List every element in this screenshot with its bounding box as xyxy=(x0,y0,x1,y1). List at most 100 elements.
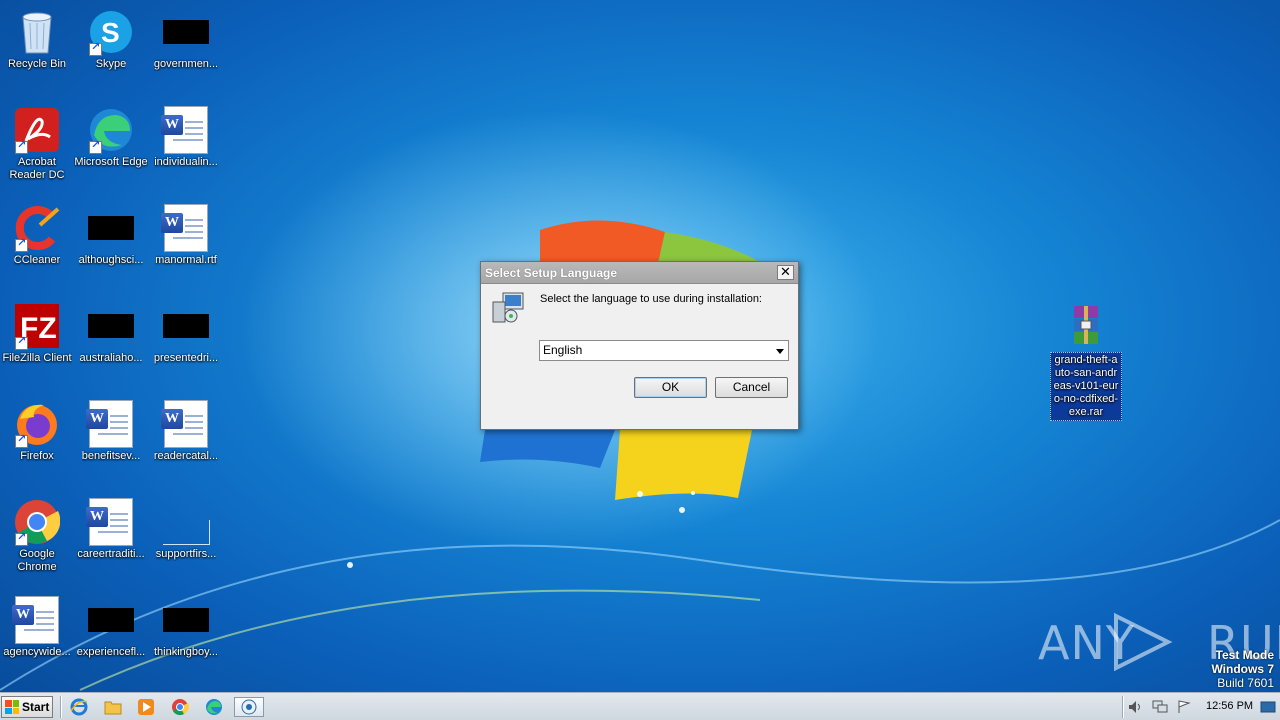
start-label: Start xyxy=(22,700,50,714)
word-document-icon: W xyxy=(161,106,210,154)
play-logo-icon xyxy=(1114,612,1173,672)
recycle-bin-icon xyxy=(13,8,61,56)
taskbar-edge-icon[interactable] xyxy=(202,697,226,717)
shortcut-arrow-icon xyxy=(15,139,28,154)
redacted-thumbnail-icon xyxy=(162,302,210,350)
shortcut-arrow-icon xyxy=(15,433,28,448)
desktop-icon-label: manormal.rtf xyxy=(155,254,217,266)
desktop-icon-label: presentedri... xyxy=(153,352,219,364)
word-document-icon: W xyxy=(12,596,61,644)
desktop-icon-label: thinkingboy... xyxy=(153,646,218,658)
taskbar: Start 12:56 PM xyxy=(0,692,1280,720)
redacted-thumbnail-icon xyxy=(87,302,135,350)
desktop-icon-label: Acrobat Reader DC xyxy=(9,156,65,181)
taskbar-ie-icon[interactable] xyxy=(67,697,91,717)
blank-thumbnail-icon xyxy=(162,498,210,546)
shortcut-arrow-icon xyxy=(15,531,28,546)
desktop-icon-gta-rar[interactable]: grand-theft-auto-san-andreas-v101-euro-n… xyxy=(1049,302,1123,421)
desktop-icon-label: grand-theft-auto-san-andreas-v101-euro-n… xyxy=(1050,352,1122,421)
taskbar-media-player-icon[interactable] xyxy=(134,697,158,717)
winrar-archive-icon xyxy=(1062,302,1110,350)
shortcut-arrow-icon xyxy=(89,41,102,56)
redacted-thumbnail-icon xyxy=(87,204,135,252)
taskbar-explorer-icon[interactable] xyxy=(101,697,125,717)
speaker-icon[interactable] xyxy=(1126,697,1146,717)
select-setup-language-dialog: Select Setup Language ✕ Select the langu… xyxy=(480,261,799,430)
cancel-button[interactable]: Cancel xyxy=(715,377,788,398)
language-select[interactable]: English xyxy=(539,340,789,361)
word-document-icon: W xyxy=(161,400,210,448)
desktop-icon-label: australiaho... xyxy=(79,352,143,364)
taskbar-setup-icon[interactable] xyxy=(234,697,264,717)
desktop-icon-acrobat[interactable]: Acrobat Reader DC xyxy=(0,106,74,182)
desktop-icon-label: readercatal... xyxy=(153,450,219,462)
desktop-icon-australiaho[interactable]: australiaho... xyxy=(74,302,148,365)
redacted-thumbnail-icon xyxy=(87,596,135,644)
desktop-icon-label: Google Chrome xyxy=(17,548,57,573)
dialog-prompt: Select the language to use during instal… xyxy=(540,293,762,305)
desktop-icon-readercatal[interactable]: W readercatal... xyxy=(149,400,223,463)
desktop-icon-label: Recycle Bin xyxy=(7,58,67,70)
desktop-icon-careertraditi[interactable]: W careertraditi... xyxy=(74,498,148,561)
desktop-icon-label: supportfirs... xyxy=(155,548,217,560)
dialog-titlebar[interactable]: Select Setup Language xyxy=(481,262,798,284)
svg-text:S: S xyxy=(101,17,120,48)
desktop-icon-label: individualin... xyxy=(154,156,218,168)
desktop-icon-label: althoughsci... xyxy=(78,254,144,266)
desktop-icon-manormal[interactable]: W manormal.rtf xyxy=(149,204,223,267)
windows-flag-icon xyxy=(5,700,19,714)
word-document-icon: W xyxy=(161,204,210,252)
desktop-icon-label: Microsoft Edge xyxy=(74,156,148,168)
action-center-flag-icon[interactable] xyxy=(1174,697,1194,717)
desktop-icon-supportfirs[interactable]: supportfirs... xyxy=(149,498,223,561)
firefox-icon xyxy=(13,400,61,448)
test-mode-line2: Windows 7 xyxy=(1211,662,1274,676)
desktop-icon-label: benefitsev... xyxy=(81,450,141,462)
shortcut-arrow-icon xyxy=(15,237,28,252)
chrome-icon xyxy=(13,498,61,546)
desktop-icon-label: FileZilla Client xyxy=(2,352,72,364)
desktop-icon-edge[interactable]: Microsoft Edge xyxy=(74,106,148,169)
desktop-icon-governmen[interactable]: governmen... xyxy=(149,8,223,71)
edge-icon xyxy=(87,106,135,154)
ccleaner-icon xyxy=(13,204,61,252)
show-desktop-icon[interactable] xyxy=(1258,697,1278,717)
desktop-icon-label: careertraditi... xyxy=(77,548,145,560)
word-document-icon: W xyxy=(86,400,135,448)
dialog-title: Select Setup Language xyxy=(485,265,618,280)
test-mode-line1: Test Mode xyxy=(1215,648,1274,662)
desktop-icon-althoughsci[interactable]: althoughsci... xyxy=(74,204,148,267)
desktop-icon-filezilla[interactable]: FZ FileZilla Client xyxy=(0,302,74,365)
desktop-icon-benefitsev[interactable]: W benefitsev... xyxy=(74,400,148,463)
desktop-icon-thinkingboy[interactable]: thinkingboy... xyxy=(149,596,223,659)
desktop-icon-label: governmen... xyxy=(153,58,219,70)
desktop-icon-firefox[interactable]: Firefox xyxy=(0,400,74,463)
network-icon[interactable] xyxy=(1150,697,1170,717)
close-button[interactable]: ✕ xyxy=(777,265,794,280)
desktop-icon-agencywide[interactable]: W agencywide... xyxy=(0,596,74,659)
desktop-icon-individualin[interactable]: W individualin... xyxy=(149,106,223,169)
anyrun-watermark: ANYRUN xyxy=(1038,610,1280,674)
desktop-icon-label: experiencefl... xyxy=(76,646,146,658)
tray-separator xyxy=(1122,696,1124,718)
chevron-down-icon xyxy=(776,349,784,354)
taskbar-separator xyxy=(60,696,62,718)
desktop-icon-presentedri[interactable]: presentedri... xyxy=(149,302,223,365)
desktop[interactable]: Recycle Bin Acrobat Reader DC CCleaner F… xyxy=(0,0,1280,692)
setup-computer-icon xyxy=(492,292,524,323)
desktop-icon-skype[interactable]: S Skype xyxy=(74,8,148,71)
desktop-icon-recycle-bin[interactable]: Recycle Bin xyxy=(0,8,74,71)
start-button[interactable]: Start xyxy=(1,696,53,718)
ok-button[interactable]: OK xyxy=(634,377,707,398)
desktop-icon-ccleaner[interactable]: CCleaner xyxy=(0,204,74,267)
skype-icon: S xyxy=(87,8,135,56)
taskbar-clock[interactable]: 12:56 PM xyxy=(1206,700,1253,712)
taskbar-chrome-icon[interactable] xyxy=(168,697,192,717)
filezilla-icon: FZ xyxy=(13,302,61,350)
desktop-icon-experiencefl[interactable]: experiencefl... xyxy=(74,596,148,659)
redacted-thumbnail-icon xyxy=(162,596,210,644)
desktop-icon-label: Skype xyxy=(95,58,127,70)
acrobat-icon xyxy=(13,106,61,154)
test-mode-notice: Test Mode Windows 7 Build 7601 xyxy=(1211,648,1274,690)
desktop-icon-chrome[interactable]: Google Chrome xyxy=(0,498,74,574)
